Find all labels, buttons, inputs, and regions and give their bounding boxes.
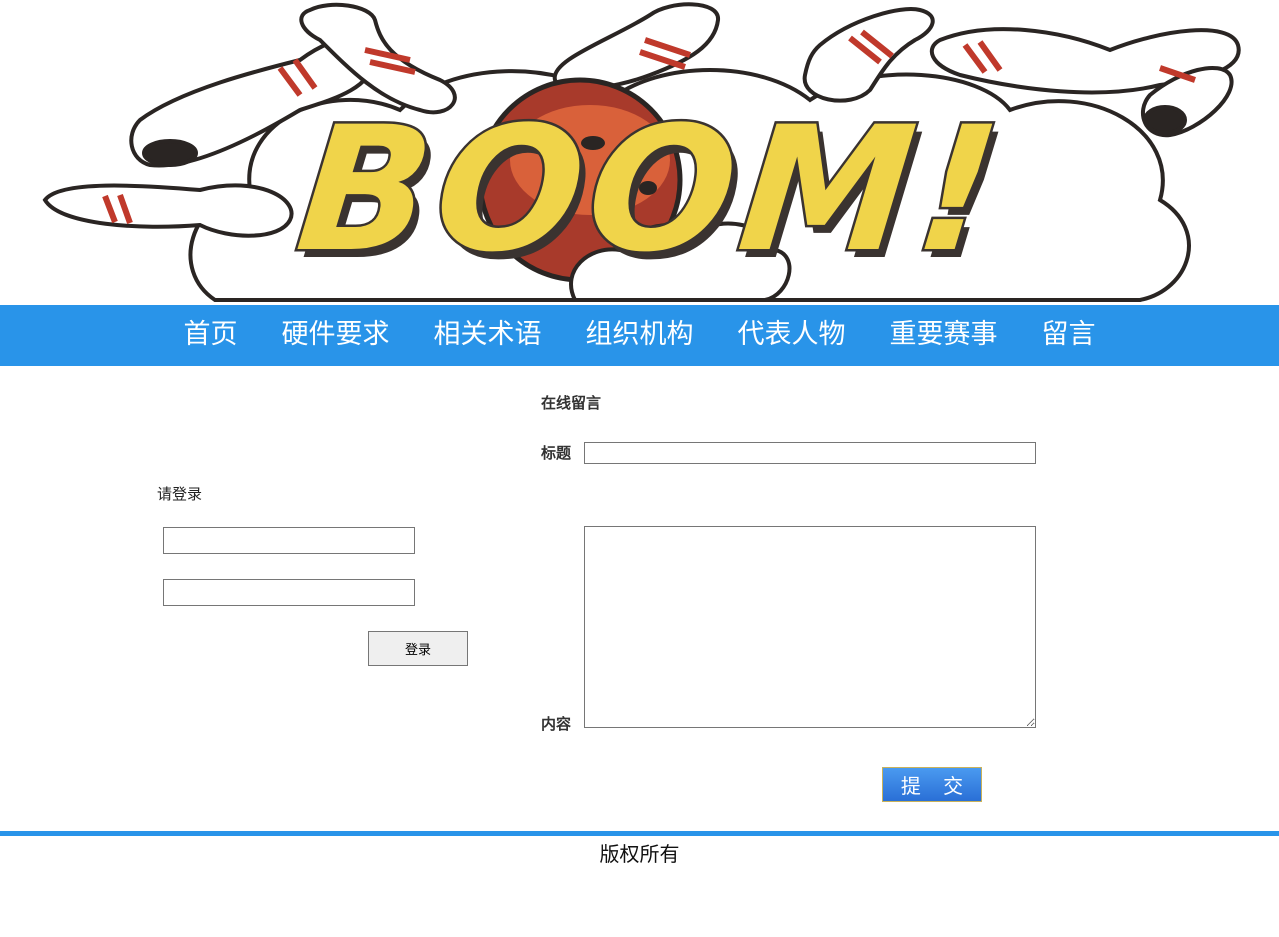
banner: BOOM! bbox=[0, 0, 1279, 305]
submit-button[interactable]: 提 交 bbox=[882, 767, 982, 802]
nav-item-organizations[interactable]: 组织机构 bbox=[586, 305, 694, 364]
password-input[interactable] bbox=[163, 579, 415, 606]
footer-divider bbox=[0, 831, 1279, 836]
login-button[interactable]: 登录 bbox=[368, 631, 468, 666]
bowling-pin-icon bbox=[42, 183, 294, 238]
title-input[interactable] bbox=[584, 442, 1036, 464]
username-input[interactable] bbox=[163, 527, 415, 554]
login-heading: 请登录 bbox=[157, 485, 203, 503]
nav-item-people[interactable]: 代表人物 bbox=[738, 305, 846, 364]
nav-list: 首页 硬件要求 相关术语 组织机构 代表人物 重要赛事 留言 bbox=[0, 305, 1279, 364]
message-heading: 在线留言 bbox=[541, 394, 602, 412]
nav-item-events[interactable]: 重要赛事 bbox=[890, 305, 998, 364]
content-label: 内容 bbox=[541, 715, 572, 733]
nav-item-home[interactable]: 首页 bbox=[184, 305, 238, 364]
nav-item-message[interactable]: 留言 bbox=[1042, 305, 1096, 364]
nav-item-terms[interactable]: 相关术语 bbox=[434, 305, 542, 364]
copyright-text: 版权所有 bbox=[599, 842, 680, 866]
banner-illustration bbox=[42, 2, 1241, 302]
nav-item-hardware[interactable]: 硬件要求 bbox=[282, 305, 390, 364]
main-nav: 首页 硬件要求 相关术语 组织机构 代表人物 重要赛事 留言 bbox=[0, 305, 1279, 366]
content-textarea[interactable] bbox=[584, 526, 1036, 728]
title-label: 标题 bbox=[541, 444, 572, 462]
